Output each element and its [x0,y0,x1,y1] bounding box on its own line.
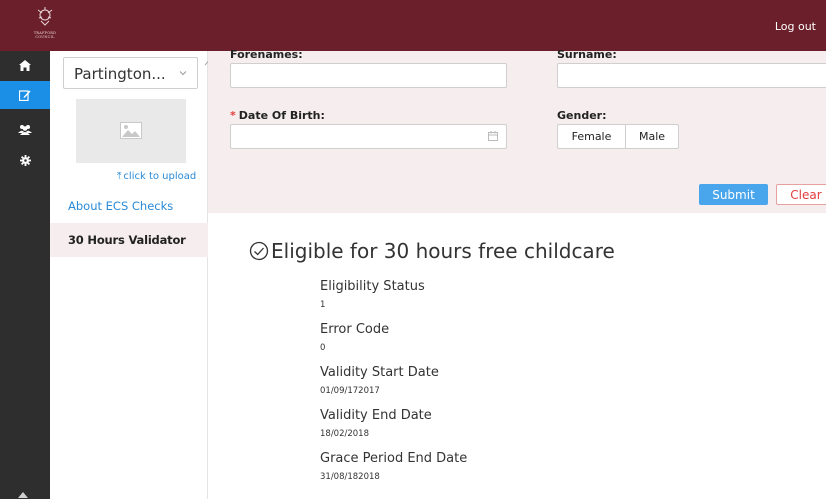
clear-button[interactable]: Clear [776,184,826,205]
image-icon [120,122,142,139]
result-field: Validity End Date 18/02/2018 [320,408,432,439]
collapse-arrow-icon[interactable] [17,488,29,499]
dob-label-text: Date Of Birth: [238,109,325,122]
submit-button[interactable]: Submit [699,184,768,205]
error-code-value: 0 [320,343,326,353]
required-marker: * [230,109,236,122]
council-logo[interactable]: TRAFFORD COUNCIL [20,4,70,42]
validity-end-date-label: Validity End Date [320,408,432,423]
result-field: Error Code 0 [320,322,389,353]
rail-item-settings[interactable] [0,146,50,174]
gender-male-button[interactable]: Male [626,124,679,149]
rail-item-users[interactable] [0,115,50,143]
setting-select[interactable]: Partington... [63,57,198,89]
logout-link[interactable]: Log out [775,20,816,33]
result-title-text: Eligible for 30 hours free childcare [271,239,615,263]
upload-icon: ⤒ [117,171,122,182]
left-panel: Partington... ⤒ click to upload About ECS… [50,51,213,499]
surname-input[interactable] [557,63,826,88]
check-circle-icon [249,241,269,261]
eligibility-status-value: 1 [320,300,326,310]
sidebar-item-30-hours-validator[interactable]: 30 Hours Validator [50,223,208,257]
gear-icon [19,154,31,166]
calendar-icon[interactable] [488,131,498,141]
dob-input[interactable] [230,124,507,149]
sidebar-item-label: About ECS Checks [68,199,174,213]
setting-select-value: Partington... [74,65,166,83]
home-icon [19,59,31,71]
result-panel: Eligible for 30 hours free childcare Eli… [229,213,826,499]
top-bar: TRAFFORD COUNCIL Log out [0,0,826,51]
dob-label: * Date Of Birth: [230,109,325,122]
chevron-down-icon [179,71,187,76]
photo-placeholder [76,99,186,163]
icon-rail [0,51,50,499]
error-code-label: Error Code [320,322,390,337]
gender-female-button[interactable]: Female [557,124,626,149]
grace-period-end-date-label: Grace Period End Date [320,451,468,466]
rail-item-home[interactable] [0,51,50,79]
result-field: Eligibility Status 1 [320,279,425,310]
result-field: Validity Start Date 01/09/172017 [320,365,439,396]
gender-label: Gender: [557,109,607,122]
upload-label: click to upload [123,171,197,182]
logo-text: TRAFFORD COUNCIL [33,31,57,39]
validity-start-date-value: 01/09/172017 [320,386,380,396]
upload-link[interactable]: ⤒ click to upload [117,171,196,182]
validity-end-date-value: 18/02/2018 [320,429,369,439]
result-title: Eligible for 30 hours free childcare [249,239,615,263]
users-icon [18,124,32,135]
forenames-input[interactable] [230,63,507,88]
eligibility-status-label: Eligibility Status [320,279,425,294]
rail-item-edit[interactable] [0,81,50,109]
validity-start-date-label: Validity Start Date [320,365,439,380]
check-form: Forenames: Surname: * Date Of Birth: Gend… [208,48,826,213]
sidebar-item-about-ecs-checks[interactable]: About ECS Checks [50,189,208,223]
gender-toggle: Female Male [557,124,679,149]
sidebar-item-label: 30 Hours Validator [68,233,186,247]
result-field: Grace Period End Date 31/08/182018 [320,451,467,482]
surname-label: Surname: [557,48,617,61]
grace-period-end-date-value: 31/08/182018 [320,472,380,482]
edit-icon [19,90,31,101]
forenames-label: Forenames: [230,48,303,61]
